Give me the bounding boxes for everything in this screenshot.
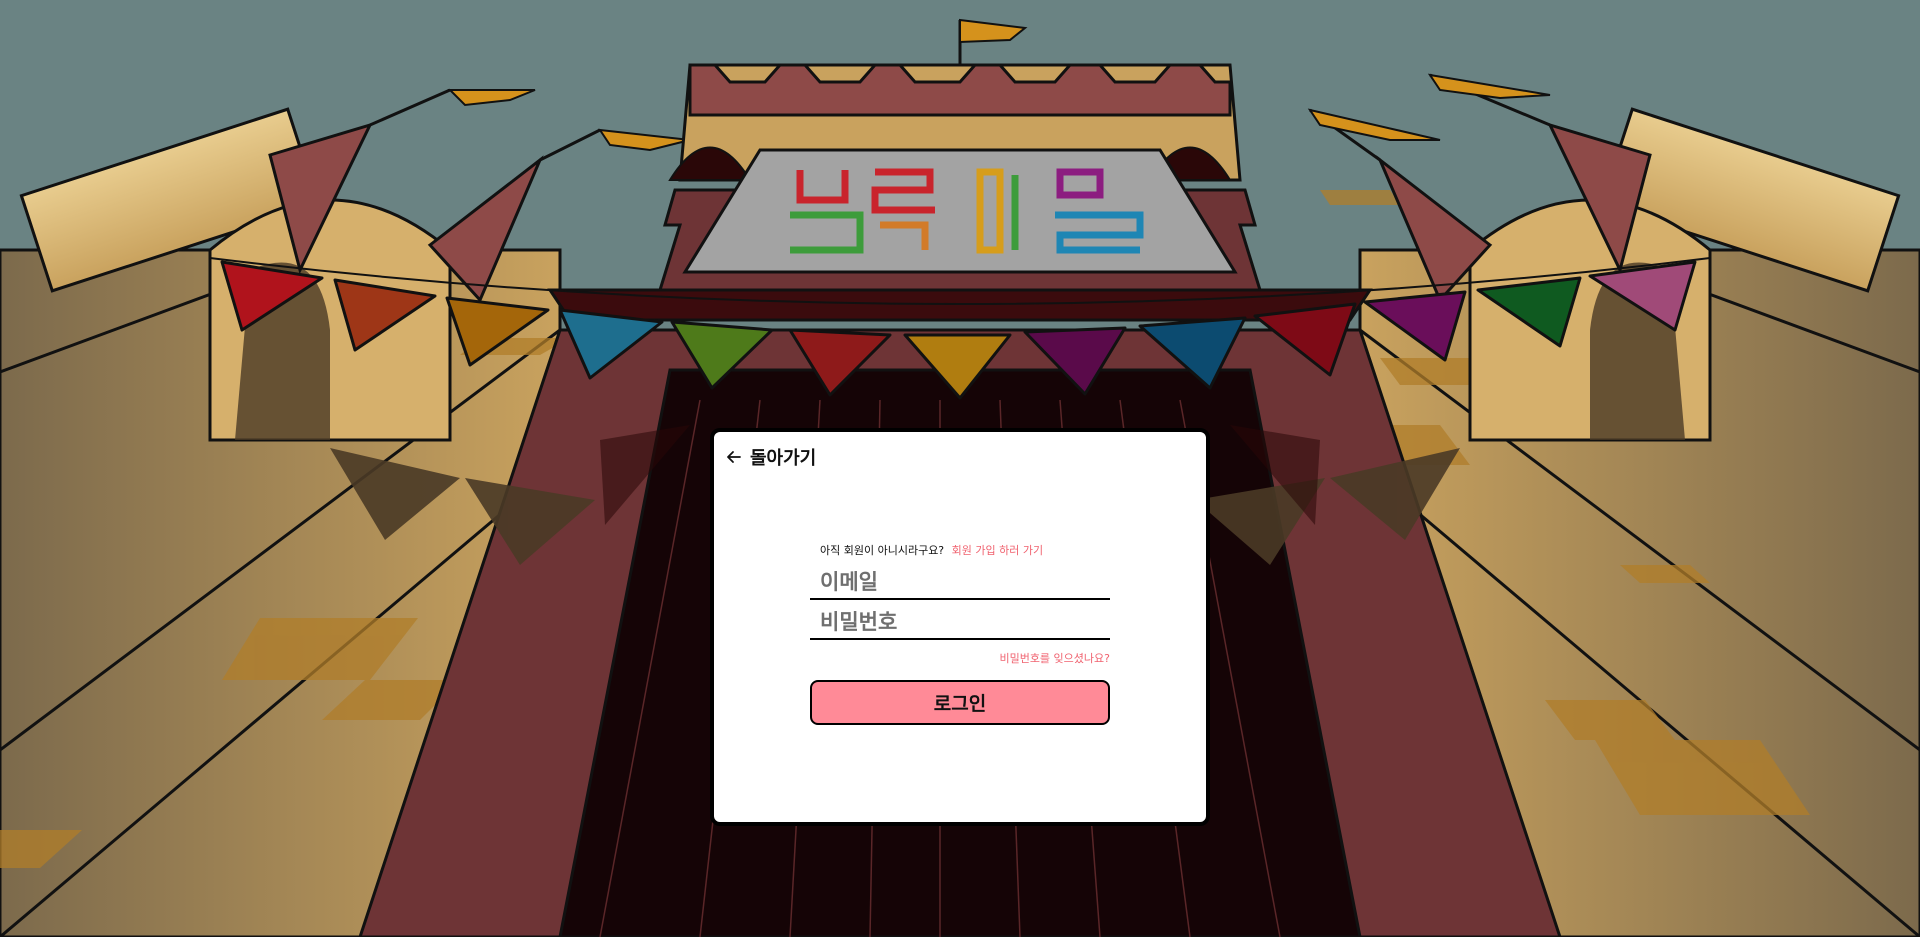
arrow-left-icon	[727, 451, 741, 463]
password-field[interactable]	[810, 606, 1110, 640]
signup-link[interactable]: 회원 가입 하러 가기	[952, 544, 1043, 557]
login-button[interactable]: 로그인	[810, 680, 1110, 725]
back-label: 돌아가기	[750, 448, 817, 468]
signup-prompt: 아직 회원이 아니시라구요?	[820, 544, 945, 557]
email-field[interactable]	[810, 566, 1110, 600]
login-modal: 돌아가기 아직 회원이 아니시라구요? 회원 가입 하러 가기 비밀번호를 잊으…	[710, 428, 1210, 826]
forgot-password-link[interactable]: 비밀번호를 잊으셨나요?	[810, 650, 1110, 666]
back-button[interactable]: 돌아가기	[726, 444, 816, 470]
signup-prompt-row: 아직 회원이 아니시라구요? 회원 가입 하러 가기	[820, 542, 1043, 558]
